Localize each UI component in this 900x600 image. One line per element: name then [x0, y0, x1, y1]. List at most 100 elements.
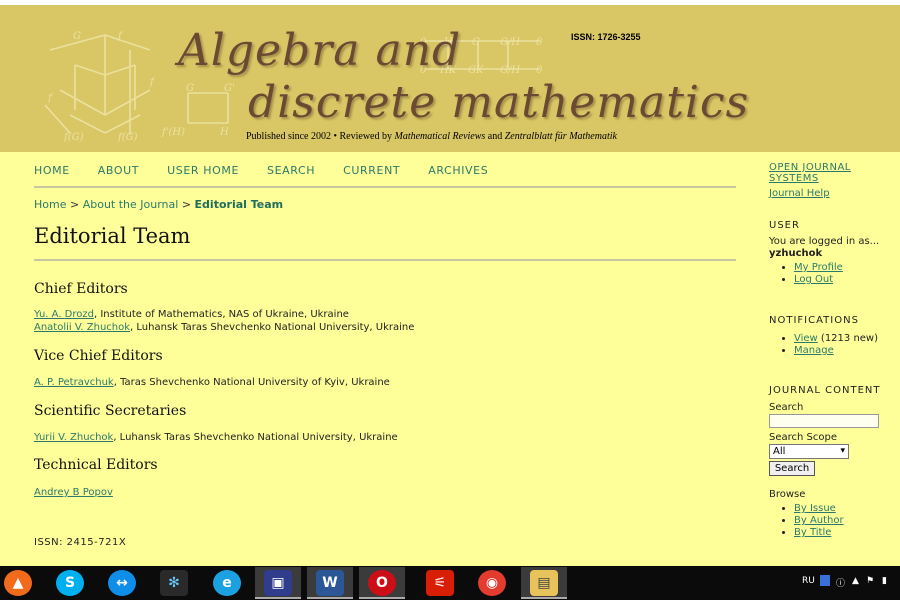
svg-text:G/H: G/H	[500, 37, 520, 48]
chevron-down-icon: ▾	[840, 446, 845, 456]
breadcrumb-current[interactable]: Editorial Team	[195, 198, 284, 211]
svg-text:G/H: G/H	[500, 65, 520, 76]
section-technical-editors: Technical Editors	[34, 457, 158, 473]
header-issn: ISSN: 1726-3255	[571, 32, 641, 42]
keyboard-icon[interactable]	[820, 575, 830, 586]
notification-count: (1213 new)	[817, 333, 879, 344]
nav-user-home[interactable]: USER HOME	[167, 164, 239, 177]
nav-current[interactable]: CURRENT	[343, 164, 400, 177]
member-link[interactable]: Yurii V. Zhuchok	[34, 432, 113, 443]
journal-header: G f f f G G' f'(H) H f(G) f(G) 0 H G G/H…	[0, 0, 900, 152]
svg-text:0: 0	[536, 37, 543, 48]
member-affiliation: , Luhansk Taras Shevchenko National Univ…	[130, 322, 415, 333]
skype-icon[interactable]: S	[56, 570, 84, 596]
paint-icon[interactable]: ✻	[160, 570, 188, 596]
help-icon[interactable]: ⓘ	[836, 576, 845, 589]
acrobat-icon[interactable]: ⚟	[426, 570, 454, 596]
journal-title-line1: Algebra and	[178, 25, 462, 76]
member-row: Yu. A. Drozd, Institute of Mathematics, …	[34, 309, 349, 320]
svg-text:G: G	[73, 31, 81, 42]
nav-search[interactable]: SEARCH	[267, 164, 315, 177]
member-affiliation: , Taras Shevchenko National University o…	[113, 377, 390, 388]
search-scope-value: All	[773, 446, 786, 457]
log-out-link[interactable]: Log Out	[794, 274, 833, 285]
svg-text:GK: GK	[468, 65, 484, 76]
footer-issn: ISSN: 2415-721X	[34, 537, 127, 548]
list-item: View (1213 new)	[794, 333, 878, 345]
member-affiliation: , Luhansk Taras Shevchenko National Univ…	[113, 432, 398, 443]
list-item: By Title	[794, 527, 844, 539]
nav-home[interactable]: HOME	[34, 164, 70, 177]
member-link[interactable]: Anatolii V. Zhuchok	[34, 322, 130, 333]
section-chief-editors: Chief Editors	[34, 281, 128, 297]
edge-icon[interactable]: e	[213, 570, 241, 596]
svg-text:H: H	[219, 127, 229, 138]
flag-icon[interactable]: ⚑	[866, 576, 874, 586]
member-row: Yurii V. Zhuchok, Luhansk Taras Shevchen…	[34, 432, 398, 443]
search-input[interactable]	[769, 414, 879, 428]
list-item: Log Out	[794, 274, 843, 286]
svg-text:f: f	[149, 77, 156, 88]
user-menu: My Profile Log Out	[769, 262, 843, 286]
sidebar-journal-content-title: JOURNAL CONTENT	[769, 385, 881, 396]
breadcrumb-about[interactable]: About the Journal	[83, 198, 179, 211]
browse-menu: By Issue By Author By Title	[769, 503, 844, 539]
volume-icon[interactable]: ▮	[882, 576, 887, 586]
journal-title-line2: discrete mathematics	[248, 77, 750, 128]
breadcrumb-sep: >	[181, 198, 192, 211]
search-button[interactable]: Search	[769, 461, 815, 476]
nav-archives[interactable]: ARCHIVES	[428, 164, 488, 177]
language-indicator[interactable]: RU	[802, 576, 815, 586]
page-title: Editorial Team	[34, 224, 191, 248]
floppy-icon[interactable]: ▣	[264, 570, 292, 596]
breadcrumb-home[interactable]: Home	[34, 198, 66, 211]
svg-text:f(G): f(G)	[63, 132, 84, 143]
member-link[interactable]: A. P. Petravchuk	[34, 377, 114, 388]
browse-by-title-link[interactable]: By Title	[794, 527, 831, 538]
search-label: Search	[769, 402, 804, 413]
svg-text:f: f	[47, 93, 54, 104]
explorer-icon[interactable]: ▤	[530, 570, 558, 596]
view-notifications-link[interactable]: View	[794, 333, 818, 344]
opera-icon[interactable]: O	[368, 570, 396, 596]
search-scope-label: Search Scope	[769, 432, 837, 443]
main-nav: HOME ABOUT USER HOME SEARCH CURRENT ARCH…	[34, 164, 516, 177]
avast-icon[interactable]: ▲	[4, 570, 32, 596]
svg-text:0: 0	[536, 65, 543, 76]
sidebar-user-title: USER	[769, 220, 800, 231]
svg-text:G': G'	[224, 83, 235, 94]
member-row: Anatolii V. Zhuchok, Luhansk Taras Shevc…	[34, 322, 414, 333]
journal-help-link[interactable]: Journal Help	[769, 188, 830, 199]
svg-text:f(G): f(G)	[117, 132, 138, 143]
chrome-icon[interactable]: ◉	[478, 570, 506, 596]
breadcrumb-sep: >	[69, 198, 80, 211]
published-zb: Zentralblatt für Mathematik	[504, 131, 617, 142]
notifications-menu: View (1213 new) Manage	[769, 333, 878, 357]
sidebar-ojs: OPEN JOURNAL SYSTEMS	[769, 162, 900, 184]
browse-label: Browse	[769, 489, 806, 500]
sidebar-help: Journal Help	[769, 188, 830, 199]
browse-by-issue-link[interactable]: By Issue	[794, 503, 836, 514]
search-scope-select[interactable]: All ▾	[769, 444, 849, 459]
member-link[interactable]: Yu. A. Drozd	[34, 309, 94, 320]
published-prefix: Published since 2002 • Reviewed by	[246, 131, 395, 142]
my-profile-link[interactable]: My Profile	[794, 262, 843, 273]
teamviewer-icon[interactable]: ↔	[108, 570, 136, 596]
published-line: Published since 2002 • Reviewed by Mathe…	[246, 131, 617, 142]
network-icon[interactable]: ▲	[852, 576, 859, 586]
member-link[interactable]: Andrey B Popov	[34, 487, 113, 498]
nav-about[interactable]: ABOUT	[98, 164, 139, 177]
member-row: A. P. Petravchuk, Taras Shevchenko Natio…	[34, 377, 390, 388]
list-item: By Issue	[794, 503, 844, 515]
title-divider	[34, 259, 736, 261]
list-item: By Author	[794, 515, 844, 527]
word-icon[interactable]: W	[316, 570, 344, 596]
browse-by-author-link[interactable]: By Author	[794, 515, 844, 526]
published-mr: Mathematical Reviews	[394, 131, 486, 142]
logged-in-text: You are logged in as...	[769, 236, 880, 247]
username: yzhuchok	[769, 248, 823, 259]
svg-text:G: G	[186, 83, 194, 94]
nav-divider	[34, 186, 736, 188]
ojs-link[interactable]: OPEN JOURNAL SYSTEMS	[769, 162, 851, 184]
manage-notifications-link[interactable]: Manage	[794, 345, 834, 356]
